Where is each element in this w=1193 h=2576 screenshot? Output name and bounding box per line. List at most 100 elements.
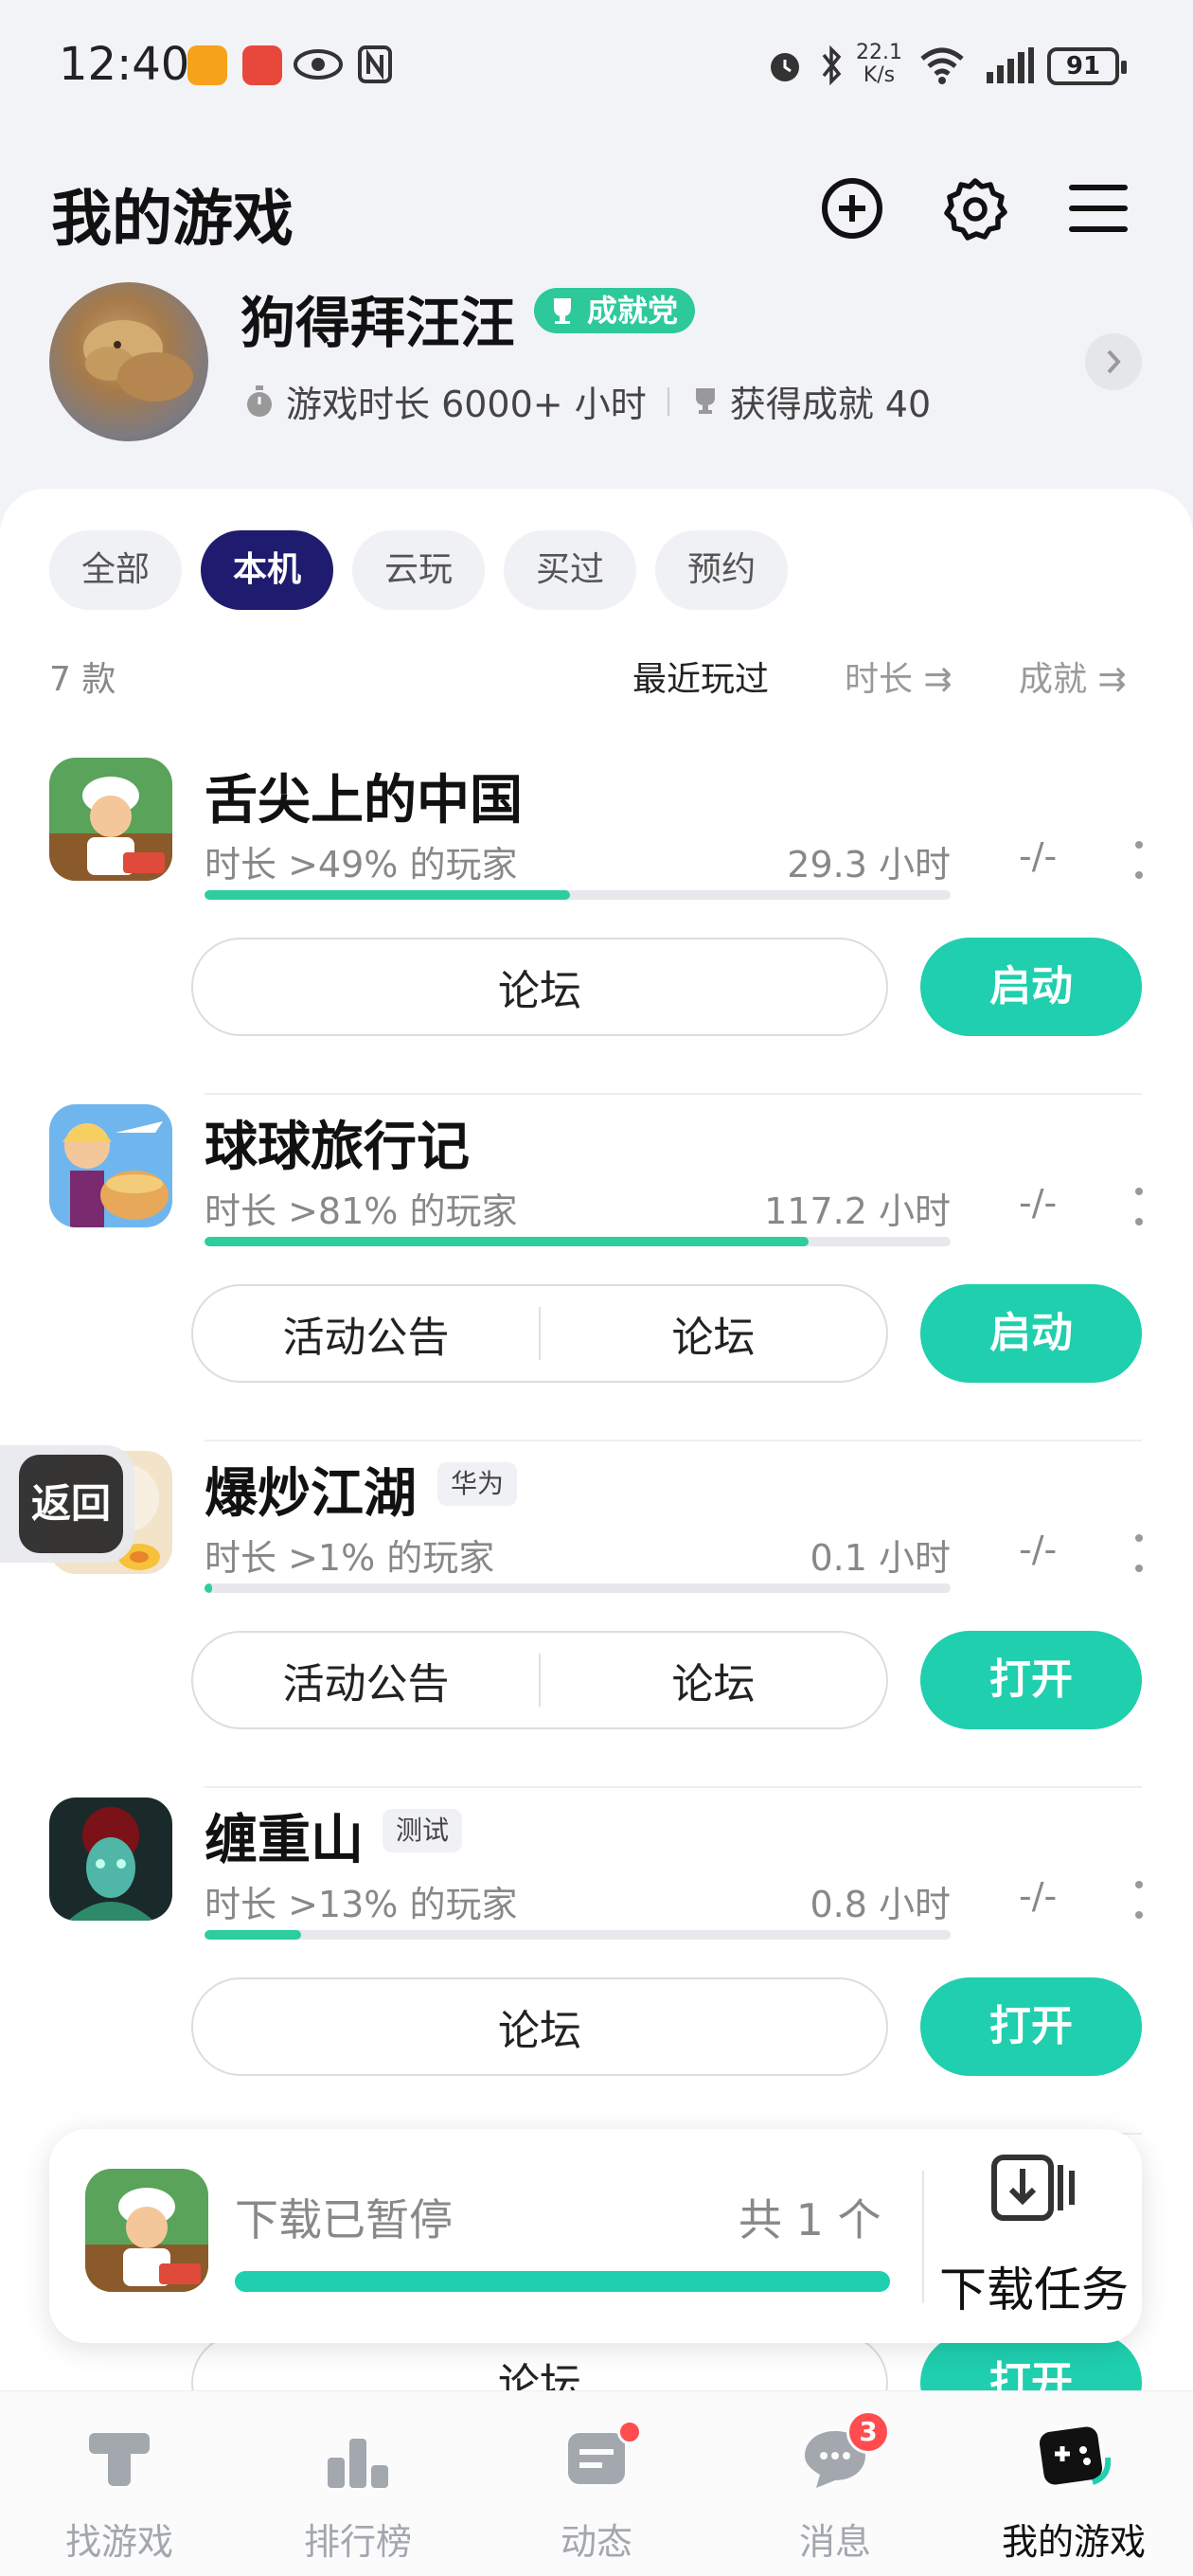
chevron-right-icon	[1107, 349, 1121, 374]
game-row: 爆炒江湖 华为 时长 >1% 的玩家 0.1 小时 -/- 活动公告 论坛 打开	[0, 1451, 1193, 1798]
launch-button[interactable]: 启动	[920, 938, 1142, 1036]
signal-icon	[987, 47, 1034, 83]
profile-arrow-button[interactable]	[1085, 333, 1142, 390]
game-name[interactable]: 缠重山	[205, 1798, 364, 1874]
forum-button[interactable]: 论坛	[541, 1650, 886, 1710]
achievements-text: 获得成就 40	[729, 384, 932, 425]
game-icon-chanchongshan[interactable]	[49, 1798, 172, 1921]
forum-button[interactable]: 论坛	[541, 1303, 886, 1364]
launch-button[interactable]: 启动	[920, 1284, 1142, 1383]
game-percentile: 时长 >1% 的玩家	[205, 1537, 495, 1579]
game-hours: 0.8 小时	[810, 1884, 951, 1925]
download-status: 下载已暂停	[235, 2194, 453, 2245]
game-row: 球球旅行记 时长 >81% 的玩家 117.2 小时 -/- 活动公告 论坛 启…	[0, 1104, 1193, 1451]
stopwatch-icon	[247, 385, 272, 417]
game-icon-qiuqiu[interactable]	[49, 1104, 172, 1227]
playtime-bar	[205, 1583, 951, 1593]
tab-cloud[interactable]: 云玩	[352, 530, 486, 610]
alarm-icon	[771, 53, 799, 81]
battery-icon: 91	[1047, 47, 1127, 85]
open-button[interactable]: 打开	[920, 1631, 1142, 1729]
row-divider	[205, 1093, 1142, 1095]
forum-button[interactable]: 论坛	[193, 957, 886, 1017]
my-games-icon	[1039, 2426, 1112, 2485]
game-name[interactable]: 爆炒江湖	[205, 1451, 417, 1528]
game-percentile: 时长 >49% 的玩家	[205, 844, 518, 886]
test-tag: 测试	[383, 1809, 463, 1852]
trophy-small-icon	[695, 387, 715, 414]
game-name[interactable]: 舌尖上的中国	[205, 758, 523, 834]
tab-all[interactable]: 全部	[49, 530, 183, 610]
playtime-bar	[205, 1930, 951, 1940]
game-hours: 29.3 小时	[787, 844, 951, 886]
avatar[interactable]	[49, 282, 208, 441]
page-title: 我的游戏	[51, 185, 294, 255]
game-achievement: -/-	[1019, 835, 1058, 877]
game-name[interactable]: 球球旅行记	[205, 1104, 470, 1181]
nav-my-games[interactable]: 我的游戏	[954, 2391, 1193, 2576]
messages-badge: 3	[846, 2410, 890, 2454]
achievement-badge[interactable]: 成就党	[534, 288, 696, 333]
playtime-bar	[205, 890, 951, 900]
download-task-label[interactable]: 下载任务	[939, 2252, 1129, 2320]
sort-duration[interactable]: 时长 ⇉	[845, 652, 953, 701]
game-actions: 论坛	[191, 1977, 888, 2076]
announcement-button[interactable]: 活动公告	[193, 1303, 539, 1364]
game-icon-shejian[interactable]	[49, 758, 172, 881]
nav-find-game-label: 找游戏	[64, 2521, 173, 2563]
network-speed: 22.1 K/s	[856, 42, 902, 87]
playtime-bar	[205, 1237, 951, 1246]
avatar-dog-image	[83, 320, 193, 402]
row-divider	[205, 1440, 1142, 1441]
playtime-bar-fill	[205, 1237, 810, 1246]
row-divider	[205, 1786, 1142, 1788]
nav-leaderboard-label: 排行榜	[303, 2521, 412, 2563]
playtime-text: 游戏时长 6000+ 小时	[286, 384, 647, 425]
more-icon[interactable]	[1132, 1188, 1146, 1225]
nav-my-games-label: 我的游戏	[1001, 2521, 1146, 2563]
open-button[interactable]: 打开	[920, 1977, 1142, 2076]
status-bar: 12:40 22.1 K/s 91	[0, 0, 1193, 133]
menu-icon[interactable]	[1064, 174, 1132, 242]
platform-tag: 华为	[437, 1462, 518, 1506]
nfc-icon	[358, 45, 392, 83]
settings-icon[interactable]	[941, 174, 1009, 242]
nav-feed[interactable]: 动态	[477, 2391, 716, 2576]
download-task-icon[interactable]	[990, 2152, 1076, 2231]
nav-leaderboard[interactable]: 排行榜	[239, 2391, 477, 2576]
download-progress-bar	[235, 2271, 890, 2292]
floating-back-button[interactable]: 返回	[0, 1445, 134, 1563]
sort-recent[interactable]: 最近玩过	[632, 652, 769, 701]
status-time: 12:40	[59, 38, 190, 91]
playtime-bar-fill	[205, 1930, 302, 1940]
game-hours: 117.2 小时	[764, 1190, 951, 1232]
trophy-icon	[554, 298, 571, 324]
game-actions: 活动公告 论坛	[191, 1631, 888, 1729]
more-icon[interactable]	[1132, 1881, 1146, 1919]
more-icon[interactable]	[1132, 841, 1146, 879]
more-icon[interactable]	[1132, 1534, 1146, 1572]
stats-divider	[667, 386, 669, 416]
leaderboard-icon	[328, 2439, 388, 2488]
nav-find-game[interactable]: 找游戏	[0, 2391, 239, 2576]
download-banner[interactable]: 下载已暂停 共 1 个 下载任务	[49, 2129, 1142, 2343]
game-percentile: 时长 >81% 的玩家	[205, 1190, 518, 1232]
download-game-icon	[85, 2169, 208, 2292]
tab-local[interactable]: 本机	[201, 530, 334, 610]
app-orange-icon	[187, 45, 227, 85]
bluetooth-icon	[822, 45, 842, 86]
nav-feed-label: 动态	[560, 2521, 632, 2563]
username: 狗得拜汪汪	[240, 291, 516, 355]
achievement-badge-label: 成就党	[587, 293, 679, 329]
add-icon[interactable]	[818, 174, 886, 242]
forum-button[interactable]: 论坛	[193, 1996, 886, 2057]
wifi-icon	[920, 47, 964, 84]
game-count: 7 款	[49, 660, 116, 699]
game-hours: 0.1 小时	[810, 1537, 951, 1579]
bottom-nav: 找游戏 排行榜 动态 3 消息 我的游戏	[0, 2390, 1193, 2576]
sort-achievement[interactable]: 成就 ⇉	[1019, 652, 1127, 701]
nav-messages[interactable]: 3 消息	[716, 2391, 954, 2576]
announcement-button[interactable]: 活动公告	[193, 1650, 539, 1710]
tab-purchased[interactable]: 买过	[504, 530, 637, 610]
tab-reserved[interactable]: 预约	[655, 530, 789, 610]
